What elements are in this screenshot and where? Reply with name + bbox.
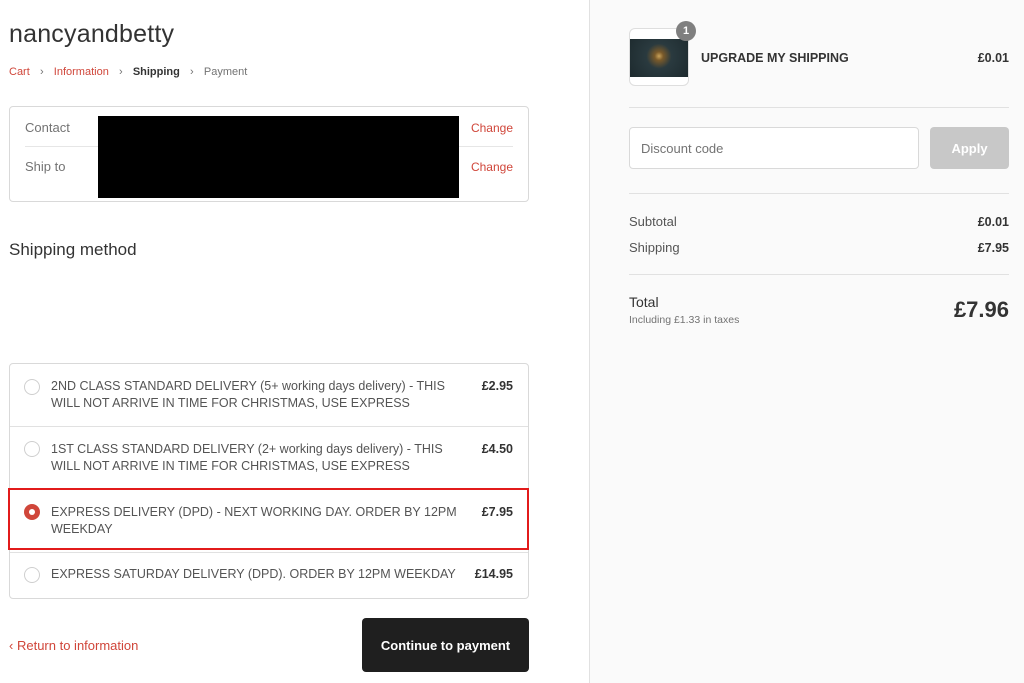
divider xyxy=(629,193,1009,194)
shipping-methods-list: 2ND CLASS STANDARD DELIVERY (5+ working … xyxy=(9,363,529,599)
shipping-method-price: £14.95 xyxy=(474,567,513,581)
shipping-method-option[interactable]: EXPRESS SATURDAY DELIVERY (DPD). ORDER B… xyxy=(10,553,528,599)
breadcrumb-cart[interactable]: Cart xyxy=(9,66,30,78)
change-contact-link[interactable]: Change xyxy=(471,121,513,135)
discount-code-input[interactable] xyxy=(629,127,919,169)
redacted-block xyxy=(98,116,459,198)
radio-button[interactable] xyxy=(24,567,40,583)
chevron-right-icon: › xyxy=(190,66,194,78)
apply-discount-button[interactable]: Apply xyxy=(930,127,1009,169)
total-value: £7.96 xyxy=(953,297,1009,322)
shipping-label: Shipping xyxy=(629,240,680,255)
chevron-right-icon: › xyxy=(118,66,123,78)
return-link-label: Return to information xyxy=(16,638,139,653)
return-to-information-link[interactable]: ‹ Return to information xyxy=(9,638,138,653)
quantity-badge: 1 xyxy=(676,21,696,41)
chevron-left-icon: ‹ xyxy=(9,638,14,653)
checkout-main: nancyandbetty Cart › Information › Shipp… xyxy=(0,0,589,683)
shop-title[interactable]: nancyandbetty xyxy=(9,20,174,49)
breadcrumb-information[interactable]: Information xyxy=(54,66,109,78)
shipping-method-option[interactable]: 1ST CLASS STANDARD DELIVERY (2+ working … xyxy=(10,427,528,489)
shipping-method-price: £4.50 xyxy=(481,442,513,456)
shipping-method-option[interactable]: 2ND CLASS STANDARD DELIVERY (5+ working … xyxy=(10,364,528,426)
product-image xyxy=(630,39,688,77)
subtotal-label: Subtotal xyxy=(629,214,677,229)
breadcrumb: Cart › Information › Shipping › Payment xyxy=(9,66,247,78)
contact-label: Contact xyxy=(25,120,70,135)
subtotal-value: £0.01 xyxy=(977,215,1009,229)
breadcrumb-shipping: Shipping xyxy=(132,66,180,78)
chevron-right-icon: › xyxy=(39,66,44,78)
change-ship-to-link[interactable]: Change xyxy=(471,160,513,174)
shipping-method-title: Shipping method xyxy=(9,240,137,259)
selected-method-highlight xyxy=(8,488,529,550)
product-price: £0.01 xyxy=(977,51,1009,65)
breadcrumb-payment: Payment xyxy=(203,66,248,78)
shipping-method-label: 1ST CLASS STANDARD DELIVERY (2+ working … xyxy=(51,442,443,473)
ship-to-label: Ship to xyxy=(25,159,66,174)
tax-note: Including £1.33 in taxes xyxy=(629,314,740,326)
shipping-method-label: EXPRESS SATURDAY DELIVERY (DPD). ORDER B… xyxy=(51,567,456,581)
review-box: Contact Change Ship to Change xyxy=(9,106,529,202)
radio-button[interactable] xyxy=(24,441,40,457)
shipping-value: £7.95 xyxy=(977,241,1009,255)
order-summary: 1 UPGRADE MY SHIPPING £0.01 Apply Subtot… xyxy=(589,0,1024,683)
divider xyxy=(629,274,1009,275)
continue-to-payment-button[interactable]: Continue to payment xyxy=(362,618,529,672)
total-label: Total xyxy=(629,294,659,310)
shipping-method-label: 2ND CLASS STANDARD DELIVERY (5+ working … xyxy=(51,379,445,410)
product-name: UPGRADE MY SHIPPING xyxy=(701,51,849,65)
shipping-method-price: £2.95 xyxy=(481,379,513,393)
radio-button[interactable] xyxy=(24,379,40,395)
divider xyxy=(629,107,1009,108)
